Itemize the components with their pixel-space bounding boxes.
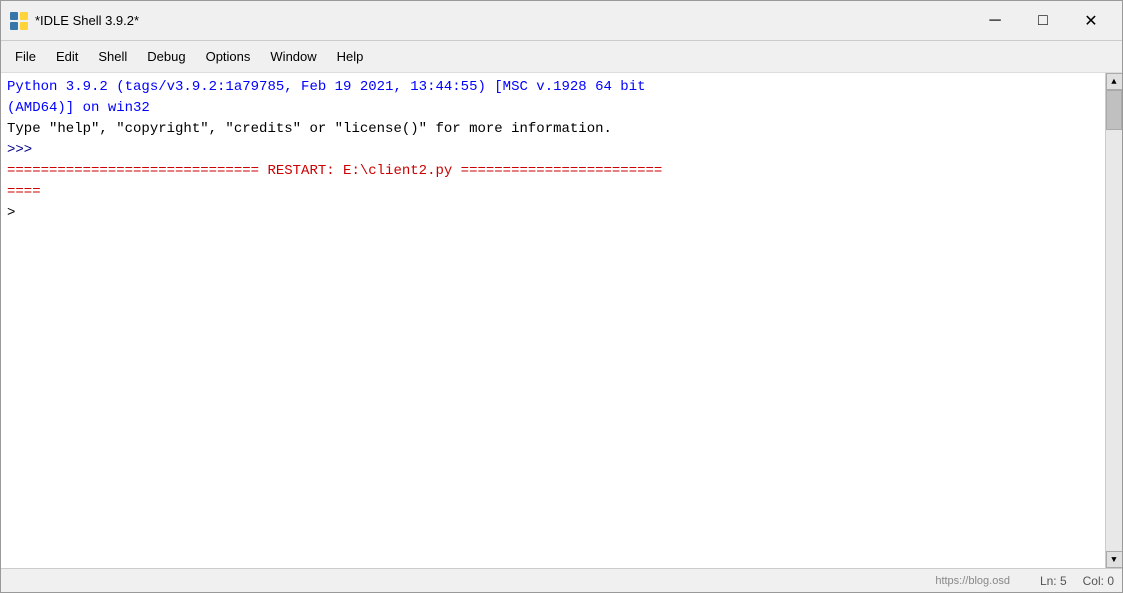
title-bar-left: *IDLE Shell 3.9.2* xyxy=(9,11,139,31)
window-title: *IDLE Shell 3.9.2* xyxy=(35,13,139,28)
shell-line-1: Python 3.9.2 (tags/v3.9.2:1a79785, Feb 1… xyxy=(7,77,1099,98)
scroll-down-button[interactable]: ▼ xyxy=(1106,551,1123,568)
menu-bar: File Edit Shell Debug Options Window Hel… xyxy=(1,41,1122,73)
shell-restart-2: ==== xyxy=(7,182,1099,203)
shell-line-2: (AMD64)] on win32 xyxy=(7,98,1099,119)
status-url: https://blog.osd xyxy=(9,575,1010,587)
shell-content[interactable]: Python 3.9.2 (tags/v3.9.2:1a79785, Feb 1… xyxy=(1,73,1105,568)
status-ln: Ln: 5 xyxy=(1040,574,1067,588)
scroll-up-button[interactable]: ▲ xyxy=(1106,73,1123,90)
status-right: Ln: 5 Col: 0 xyxy=(1040,574,1114,588)
window-controls: ─ □ ✕ xyxy=(972,6,1114,36)
menu-file[interactable]: File xyxy=(5,45,46,68)
idle-window: *IDLE Shell 3.9.2* ─ □ ✕ File Edit Shell… xyxy=(0,0,1123,593)
status-col: Col: 0 xyxy=(1083,574,1114,588)
menu-debug[interactable]: Debug xyxy=(137,45,195,68)
minimize-button[interactable]: ─ xyxy=(972,6,1018,36)
shell-prompt-1: >>> xyxy=(7,140,1099,161)
maximize-button[interactable]: □ xyxy=(1020,6,1066,36)
close-button[interactable]: ✕ xyxy=(1068,6,1114,36)
menu-window[interactable]: Window xyxy=(260,45,326,68)
menu-help[interactable]: Help xyxy=(327,45,374,68)
menu-edit[interactable]: Edit xyxy=(46,45,88,68)
menu-shell[interactable]: Shell xyxy=(88,45,137,68)
shell-prompt-2: > xyxy=(7,203,1099,224)
scrollbar-thumb[interactable] xyxy=(1106,90,1122,130)
shell-line-3: Type "help", "copyright", "credits" or "… xyxy=(7,119,1099,140)
status-bar: https://blog.osd Ln: 5 Col: 0 xyxy=(1,568,1122,592)
scrollbar-track[interactable] xyxy=(1106,90,1122,551)
scrollbar[interactable]: ▲ ▼ xyxy=(1105,73,1122,568)
shell-restart-1: ============================== RESTART: … xyxy=(7,161,1099,182)
python-icon xyxy=(9,11,29,31)
shell-area: Python 3.9.2 (tags/v3.9.2:1a79785, Feb 1… xyxy=(1,73,1122,568)
menu-options[interactable]: Options xyxy=(196,45,261,68)
title-bar: *IDLE Shell 3.9.2* ─ □ ✕ xyxy=(1,1,1122,41)
